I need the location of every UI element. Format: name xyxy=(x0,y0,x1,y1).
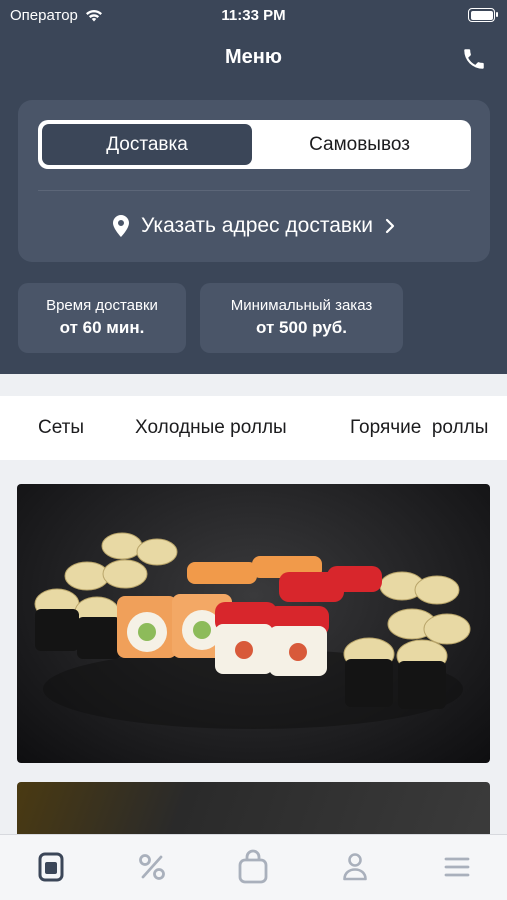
delivery-time-label: Время доставки xyxy=(46,297,158,314)
tab-promotions[interactable] xyxy=(132,849,172,885)
category-cold-rolls[interactable]: Холодные роллы xyxy=(135,417,287,439)
product-image[interactable] xyxy=(17,484,490,763)
tab-more[interactable] xyxy=(437,849,477,885)
status-time: 11:33 PM xyxy=(221,7,286,24)
category-hot-rolls[interactable]: Горячие роллы xyxy=(350,417,488,439)
tab-menu[interactable] xyxy=(31,849,71,885)
category-sets[interactable]: Сеты xyxy=(38,417,84,439)
phone-call-button[interactable] xyxy=(459,44,489,74)
delivery-time-value: от 60 мин. xyxy=(59,318,145,337)
delivery-card: Доставка Самовывоз Указать адрес доставк… xyxy=(18,100,490,262)
profile-icon xyxy=(343,853,367,881)
percent-icon xyxy=(139,854,165,880)
min-order-value: от 500 руб. xyxy=(256,318,347,337)
page-title: Меню xyxy=(225,46,282,68)
chevron-right-icon xyxy=(385,218,395,234)
address-selector[interactable]: Указать адрес доставки xyxy=(18,208,490,244)
delivery-time-chip: Время доставки от 60 мин. xyxy=(18,283,186,353)
divider xyxy=(38,190,470,191)
tab-profile[interactable] xyxy=(335,849,375,885)
menu-icon xyxy=(38,852,64,882)
delivery-option[interactable]: Доставка xyxy=(42,124,252,165)
address-label: Указать адрес доставки xyxy=(141,214,373,237)
location-pin-icon xyxy=(113,215,130,237)
bag-icon xyxy=(238,849,268,884)
pickup-option[interactable]: Самовывоз xyxy=(252,124,467,165)
category-tabs: Сеты Холодные роллы Горячие роллы xyxy=(0,396,507,460)
status-bar: Оператор 11:33 PM xyxy=(0,0,507,30)
min-order-chip: Минимальный заказ от 500 руб. xyxy=(200,283,403,353)
sushi-set-image xyxy=(34,532,471,729)
min-order-label: Минимальный заказ xyxy=(230,297,373,314)
delivery-mode-switch: Доставка Самовывоз xyxy=(38,120,471,169)
tab-cart[interactable] xyxy=(233,849,273,885)
phone-icon xyxy=(464,49,484,69)
header: Оператор 11:33 PM Меню Доставка Самовыво… xyxy=(0,0,507,374)
hamburger-icon xyxy=(444,857,470,877)
tab-bar xyxy=(0,834,507,900)
battery-icon xyxy=(468,8,498,22)
